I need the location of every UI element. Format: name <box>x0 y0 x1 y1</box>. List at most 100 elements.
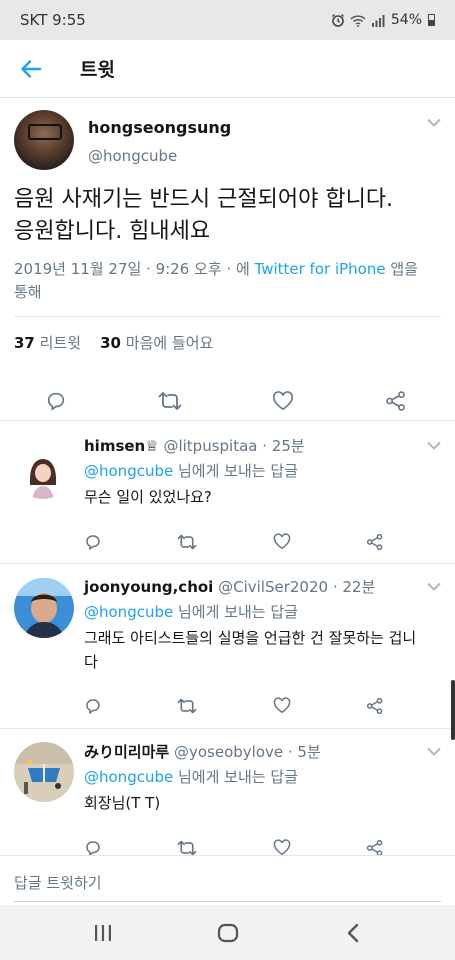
reply-item[interactable]: みり미리마루 @yoseobylove · 5분 @hongcube 님에게 보… <box>0 729 455 855</box>
avatar-image <box>14 742 74 802</box>
avatar-image <box>14 441 72 499</box>
wifi-icon <box>350 14 366 27</box>
back-nav-button[interactable] <box>333 913 373 953</box>
recent-apps-icon <box>94 924 111 941</box>
tweet-actions <box>0 366 455 418</box>
chevron-down-icon[interactable] <box>427 441 441 450</box>
reply-icon[interactable] <box>84 533 102 551</box>
battery-percent: 54% <box>390 12 422 28</box>
tweet-timestamp: 2019년 11월 27일 · 9:26 오후 · 에 <box>14 260 255 278</box>
tweet-text-line1: 음원 사재기는 반드시 근절되어야 합니다. <box>14 187 394 212</box>
replying-suffix: 님에게 보내는 답글 <box>173 462 298 480</box>
retweet-icon[interactable] <box>177 839 197 855</box>
share-icon[interactable] <box>366 697 384 715</box>
main-tweet-author: hongseongsung @hongcube <box>0 98 455 170</box>
like-label: 마음에 들어요 <box>121 334 214 352</box>
home-button[interactable] <box>208 913 248 953</box>
chevron-down-icon[interactable] <box>427 582 441 591</box>
author-names: hongseongsung @hongcube <box>88 110 231 170</box>
reply-button[interactable] <box>45 384 67 418</box>
reply-icon[interactable] <box>84 839 102 855</box>
retweet-icon[interactable] <box>177 533 197 551</box>
tweet-source-link[interactable]: Twitter for iPhone <box>255 260 386 278</box>
like-icon[interactable] <box>273 533 291 550</box>
share-icon[interactable] <box>366 533 384 551</box>
reply-body: みり미리마루 @yoseobylove · 5분 @hongcube 님에게 보… <box>84 741 425 815</box>
carrier-time: SKT 9:55 <box>20 11 86 29</box>
back-button[interactable] <box>0 40 62 98</box>
tweet-text: 음원 사재기는 반드시 근절되어야 합니다. 응원합니다. 힘내세요 <box>0 170 455 248</box>
reply-header: himsen♕ @litpuspitaa · 25분 <box>84 435 425 456</box>
back-nav-icon <box>347 923 358 942</box>
system-nav-bar <box>0 905 455 960</box>
reply-text: 그래도 아티스트들의 실명을 언급한 건 잘못하는 겁니다 <box>84 629 417 671</box>
reply-author-name[interactable]: himsen♕ <box>84 437 159 455</box>
main-tweet: hongseongsung @hongcube 음원 사재기는 반드시 근절되어… <box>0 98 455 418</box>
replying-suffix: 님에게 보내는 답글 <box>173 768 298 786</box>
back-arrow-icon <box>21 59 42 78</box>
share-icon <box>386 391 405 411</box>
status-icons <box>331 13 385 27</box>
page-title: 트윗 <box>80 59 115 81</box>
author-handle[interactable]: @hongcube <box>88 147 231 165</box>
tweet-stats: 37 리트윗 30 마음에 들어요 <box>14 316 441 366</box>
reply-icon[interactable] <box>84 697 102 715</box>
battery-icon <box>428 14 435 26</box>
mention-link[interactable]: @hongcube <box>84 603 173 621</box>
reply-icon <box>47 392 65 411</box>
retweet-count: 37 <box>14 334 35 352</box>
home-icon <box>217 923 238 942</box>
status-right: 54% <box>331 12 435 28</box>
scrollbar[interactable] <box>451 680 455 740</box>
reply-compose-input[interactable]: 답글 트윗하기 <box>0 855 455 905</box>
reply-actions <box>84 697 384 715</box>
reply-item[interactable]: joonyoung,choi @CivilSer2020 · 22분 @hong… <box>0 564 455 728</box>
reply-author-name[interactable]: みり미리마루 <box>84 743 169 761</box>
reply-item[interactable]: himsen♕ @litpuspitaa · 25분 @hongcube 님에게… <box>0 421 455 563</box>
tweet-meta-suffix: 앱을 <box>385 260 418 278</box>
mention-link[interactable]: @hongcube <box>84 768 173 786</box>
like-icon[interactable] <box>273 697 291 714</box>
recent-apps-button[interactable] <box>83 913 123 953</box>
reply-header: みり미리마루 @yoseobylove · 5분 <box>84 741 425 762</box>
reply-header: joonyoung,choi @CivilSer2020 · 22분 <box>84 576 425 597</box>
app-header: 트윗 <box>0 40 455 98</box>
share-icon[interactable] <box>366 839 384 855</box>
like-icon[interactable] <box>273 839 291 855</box>
avatar[interactable] <box>14 441 72 499</box>
replying-to: @hongcube 님에게 보내는 답글 <box>84 766 425 787</box>
retweet-label: 리트윗 <box>34 334 82 352</box>
replying-to: @hongcube 님에게 보내는 답글 <box>84 601 425 622</box>
mention-link[interactable]: @hongcube <box>84 462 173 480</box>
avatar[interactable] <box>14 578 74 638</box>
like-count: 30 <box>100 334 121 352</box>
tweet-text-line2: 응원합니다. 힘내세요 <box>14 219 211 244</box>
retweet-icon[interactable] <box>177 697 197 715</box>
chevron-down-icon[interactable] <box>427 118 441 127</box>
like-stat[interactable]: 30 마음에 들어요 <box>100 334 213 352</box>
retweet-icon <box>158 392 182 410</box>
author-name[interactable]: hongseongsung <box>88 118 231 137</box>
chevron-down-icon[interactable] <box>427 747 441 756</box>
retweet-button[interactable] <box>158 384 182 418</box>
reply-author-handle: @CivilSer2020 · 22분 <box>218 578 376 596</box>
alarm-icon <box>331 14 344 27</box>
reply-body: himsen♕ @litpuspitaa · 25분 @hongcube 님에게… <box>84 435 425 509</box>
like-button[interactable] <box>272 384 294 418</box>
share-button[interactable] <box>385 384 407 418</box>
reply-author-name[interactable]: joonyoung,choi <box>84 578 213 596</box>
like-icon <box>273 391 294 411</box>
signal-icon <box>371 14 385 27</box>
avatar[interactable] <box>14 742 74 802</box>
tweet-meta: 2019년 11월 27일 · 9:26 오후 · 에 Twitter for … <box>0 248 455 304</box>
reply-author-handle: @litpuspitaa · 25분 <box>163 437 305 455</box>
reply-actions <box>84 839 384 855</box>
reply-text: 회장님(T T) <box>84 794 161 812</box>
retweet-stat[interactable]: 37 리트윗 <box>14 334 81 352</box>
reply-body: joonyoung,choi @CivilSer2020 · 22분 @hong… <box>84 576 425 674</box>
reply-text: 무슨 일이 있었나요? <box>84 488 212 506</box>
tweet-meta-line2: 통해 <box>14 283 42 301</box>
avatar[interactable] <box>14 110 74 170</box>
avatar-image <box>14 578 74 638</box>
reply-actions <box>84 533 384 551</box>
